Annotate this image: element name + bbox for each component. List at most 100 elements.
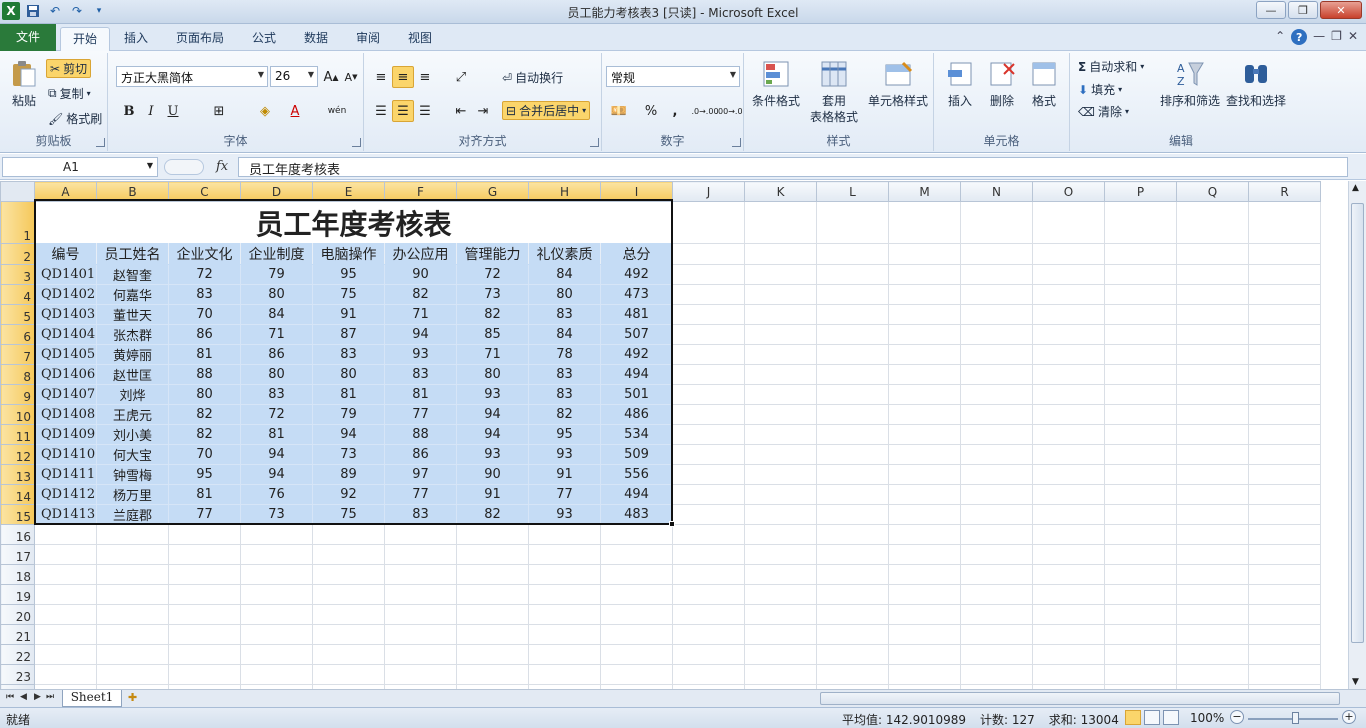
cell[interactable] — [1176, 264, 1249, 285]
cell[interactable] — [96, 664, 169, 685]
cell[interactable] — [1248, 464, 1321, 485]
data-cell[interactable]: 王虎元 — [96, 404, 169, 425]
cell[interactable] — [888, 564, 961, 585]
header-cell[interactable]: 编号 — [34, 243, 97, 265]
cell[interactable] — [744, 201, 817, 244]
align-middle-icon[interactable]: ≡ — [392, 66, 414, 88]
name-box[interactable]: A1 ▼ — [2, 157, 158, 177]
data-cell[interactable]: 78 — [528, 344, 601, 365]
cell[interactable] — [312, 584, 385, 605]
data-cell[interactable]: 86 — [168, 324, 241, 345]
cell[interactable] — [384, 564, 457, 585]
data-cell[interactable]: 82 — [456, 504, 529, 525]
cell[interactable] — [1104, 664, 1177, 685]
cell[interactable] — [960, 604, 1033, 625]
insert-cells-button[interactable]: 插入 — [940, 59, 980, 109]
italic-button[interactable]: I — [140, 100, 162, 122]
cell[interactable] — [816, 264, 889, 285]
cell[interactable] — [888, 304, 961, 325]
cell[interactable] — [168, 664, 241, 685]
data-cell[interactable]: 97 — [384, 464, 457, 485]
cell[interactable] — [1032, 384, 1105, 405]
column-header[interactable]: H — [528, 181, 601, 202]
data-cell[interactable]: 94 — [384, 324, 457, 345]
cell[interactable] — [240, 544, 313, 565]
data-cell[interactable]: 71 — [456, 344, 529, 365]
cell[interactable] — [816, 424, 889, 445]
cell[interactable] — [34, 524, 97, 545]
cell[interactable] — [1176, 404, 1249, 425]
insert-sheet-icon[interactable]: ✚ — [128, 691, 148, 706]
zoom-slider-knob[interactable] — [1292, 712, 1299, 724]
cell[interactable] — [528, 564, 601, 585]
wrap-text-button[interactable]: ⏎ 自动换行 — [502, 69, 563, 86]
row-header[interactable]: 9 — [0, 384, 35, 405]
column-header[interactable]: P — [1104, 181, 1177, 202]
cell[interactable] — [384, 544, 457, 565]
cell[interactable] — [888, 464, 961, 485]
tab-insert[interactable]: 插入 — [112, 27, 160, 51]
cell[interactable] — [744, 504, 817, 525]
cell[interactable] — [312, 664, 385, 685]
cell[interactable] — [456, 644, 529, 665]
cell[interactable] — [744, 404, 817, 425]
cell[interactable] — [1176, 624, 1249, 645]
cell[interactable] — [600, 524, 673, 545]
cell[interactable] — [312, 544, 385, 565]
cell[interactable] — [384, 584, 457, 605]
column-header[interactable]: N — [960, 181, 1033, 202]
scroll-up-icon[interactable]: ▲ — [1352, 183, 1359, 193]
cell[interactable] — [816, 544, 889, 565]
cell[interactable] — [960, 324, 1033, 345]
cell[interactable] — [384, 604, 457, 625]
data-cell[interactable]: 82 — [168, 404, 241, 425]
cell[interactable] — [1032, 364, 1105, 385]
cell[interactable] — [744, 524, 817, 545]
cell[interactable] — [528, 604, 601, 625]
data-cell[interactable]: 80 — [312, 364, 385, 385]
data-cell[interactable]: 70 — [168, 444, 241, 465]
data-cell[interactable]: 81 — [168, 344, 241, 365]
close-button[interactable]: ✕ — [1320, 1, 1362, 19]
cell[interactable] — [1032, 264, 1105, 285]
data-cell[interactable]: 73 — [312, 444, 385, 465]
tab-home[interactable]: 开始 — [60, 27, 111, 51]
cell[interactable] — [96, 624, 169, 645]
cell[interactable] — [672, 524, 745, 545]
cell[interactable] — [672, 404, 745, 425]
percent-button[interactable]: % — [640, 100, 662, 122]
data-cell[interactable]: 83 — [528, 304, 601, 325]
data-cell[interactable]: 刘小美 — [96, 424, 169, 445]
cell[interactable] — [1248, 304, 1321, 325]
clipboard-launcher-icon[interactable] — [96, 138, 105, 147]
cell[interactable] — [1104, 484, 1177, 505]
cell[interactable] — [744, 564, 817, 585]
cell[interactable] — [168, 584, 241, 605]
cell[interactable] — [1248, 201, 1321, 244]
data-cell[interactable]: 79 — [312, 404, 385, 425]
cell[interactable] — [384, 664, 457, 685]
cell[interactable] — [1248, 444, 1321, 465]
data-cell[interactable]: QD1410 — [34, 444, 97, 465]
data-cell[interactable]: QD1404 — [34, 324, 97, 345]
cell[interactable] — [1176, 304, 1249, 325]
cell[interactable] — [888, 444, 961, 465]
cell[interactable] — [34, 604, 97, 625]
cell[interactable] — [168, 604, 241, 625]
cell[interactable] — [816, 364, 889, 385]
data-cell[interactable]: QD1411 — [34, 464, 97, 485]
cell[interactable] — [888, 404, 961, 425]
cell[interactable] — [888, 664, 961, 685]
cell[interactable] — [1176, 584, 1249, 605]
row-header[interactable]: 8 — [0, 364, 35, 385]
cell[interactable] — [744, 384, 817, 405]
data-cell[interactable]: 75 — [312, 504, 385, 525]
data-cell[interactable]: 95 — [168, 464, 241, 485]
cell[interactable] — [1248, 524, 1321, 545]
cell[interactable] — [888, 384, 961, 405]
prev-sheet-icon[interactable]: ◀ — [20, 692, 27, 702]
borders-icon[interactable]: ⊞ — [208, 100, 230, 122]
bold-button[interactable]: B — [118, 100, 140, 122]
row-header[interactable]: 15 — [0, 504, 35, 525]
data-cell[interactable]: 90 — [456, 464, 529, 485]
